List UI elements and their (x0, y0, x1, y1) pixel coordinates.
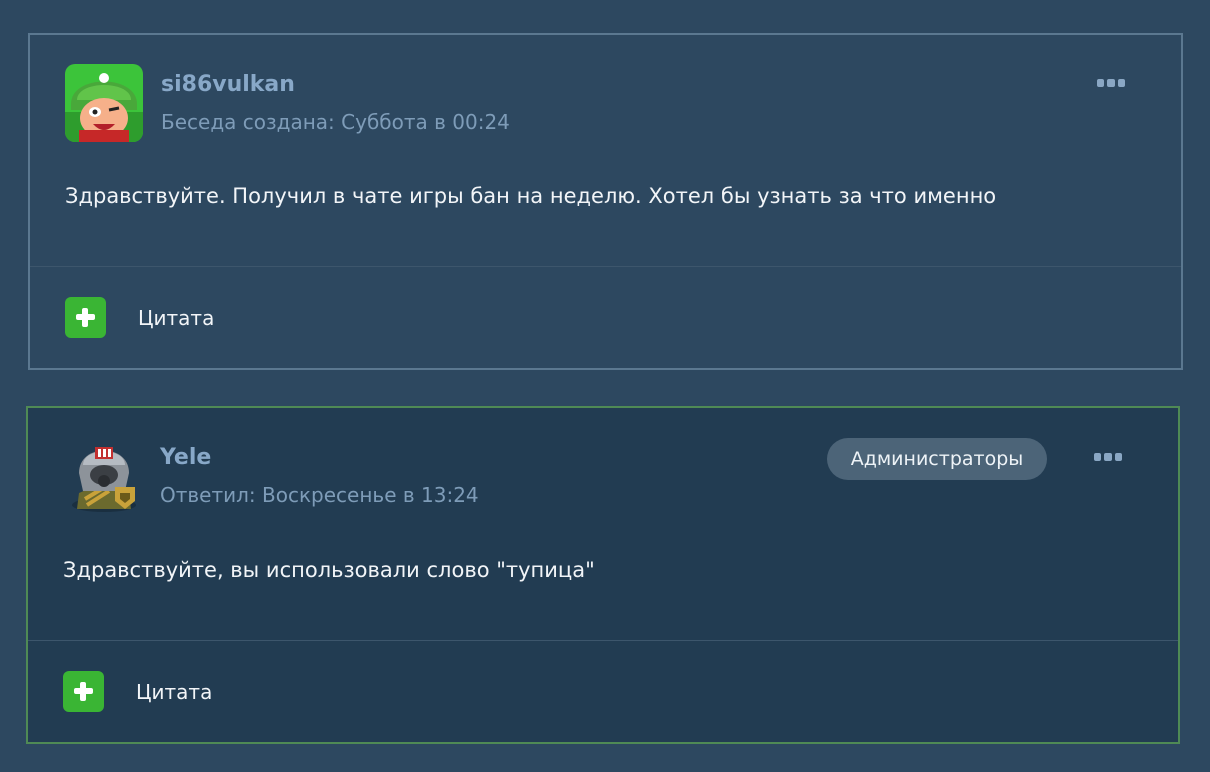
more-dots-icon[interactable] (1094, 452, 1122, 462)
plus-icon (63, 671, 104, 712)
role-badge: Администраторы (827, 438, 1047, 480)
message-text: Здравствуйте, вы использовали слово "туп… (63, 558, 595, 582)
post-timestamp: Ответил: Воскресенье в 13:24 (160, 483, 479, 507)
username-link[interactable]: si86vulkan (161, 72, 295, 98)
divider (30, 266, 1181, 267)
conversation-reply: Yele Ответил: Воскресенье в 13:24 Админи… (26, 406, 1180, 744)
conversation-post: si86vulkan Беседа создана: Суббота в 00:… (28, 33, 1183, 370)
post-timestamp: Беседа создана: Суббота в 00:24 (161, 110, 510, 134)
message-text: Здравствуйте. Получил в чате игры бан на… (65, 184, 997, 208)
quote-button[interactable]: Цитата (65, 297, 214, 338)
plus-icon (65, 297, 106, 338)
quote-label: Цитата (136, 679, 213, 704)
username-link[interactable]: Yele (160, 445, 211, 471)
more-dots-icon[interactable] (1097, 78, 1125, 88)
avatar[interactable] (65, 435, 143, 513)
quote-label: Цитата (138, 305, 215, 330)
quote-button[interactable]: Цитата (63, 671, 212, 712)
divider (28, 640, 1178, 641)
avatar[interactable] (65, 64, 143, 142)
